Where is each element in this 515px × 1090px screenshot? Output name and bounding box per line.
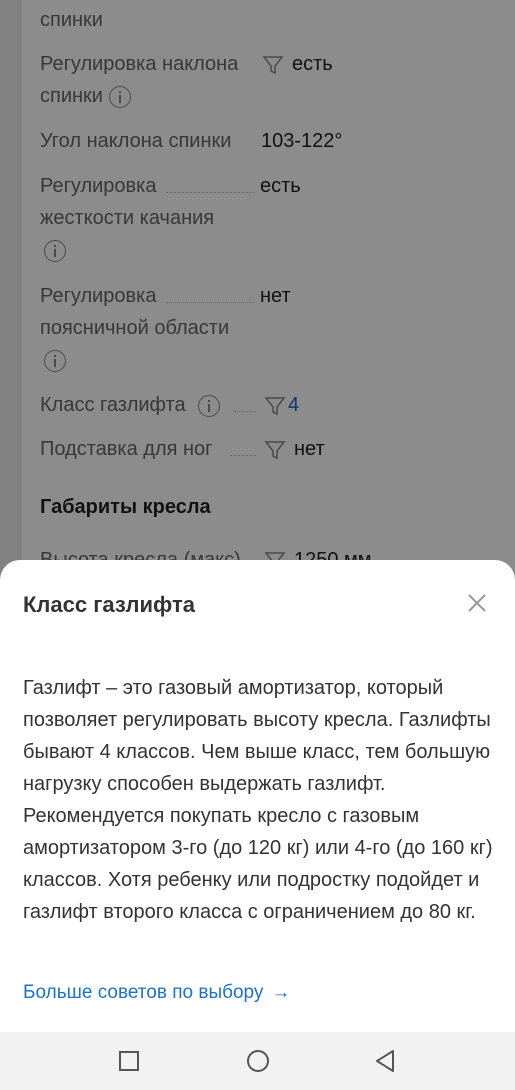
home-button[interactable] <box>244 1047 272 1075</box>
sheet-body-text: Газлифт – это газовый амортизатор, котор… <box>23 677 493 923</box>
bottom-sheet: Класс газлифта Газлифт – это газовый амо… <box>0 560 515 1032</box>
arrow-right-icon: → <box>271 982 291 1003</box>
sheet-title: Класс газлифта <box>23 592 196 617</box>
close-button[interactable] <box>462 588 492 618</box>
system-nav-bar <box>0 1032 515 1090</box>
more-tips-link[interactable]: Больше советов по выбору → <box>23 982 290 1004</box>
circle-icon <box>247 1050 269 1072</box>
close-icon <box>468 594 486 612</box>
back-button[interactable] <box>371 1047 399 1075</box>
square-icon <box>119 1051 139 1071</box>
more-tips-link-label: Больше советов по выбору <box>23 982 264 1003</box>
recent-apps-button[interactable] <box>115 1047 143 1075</box>
triangle-back-icon <box>376 1050 394 1072</box>
